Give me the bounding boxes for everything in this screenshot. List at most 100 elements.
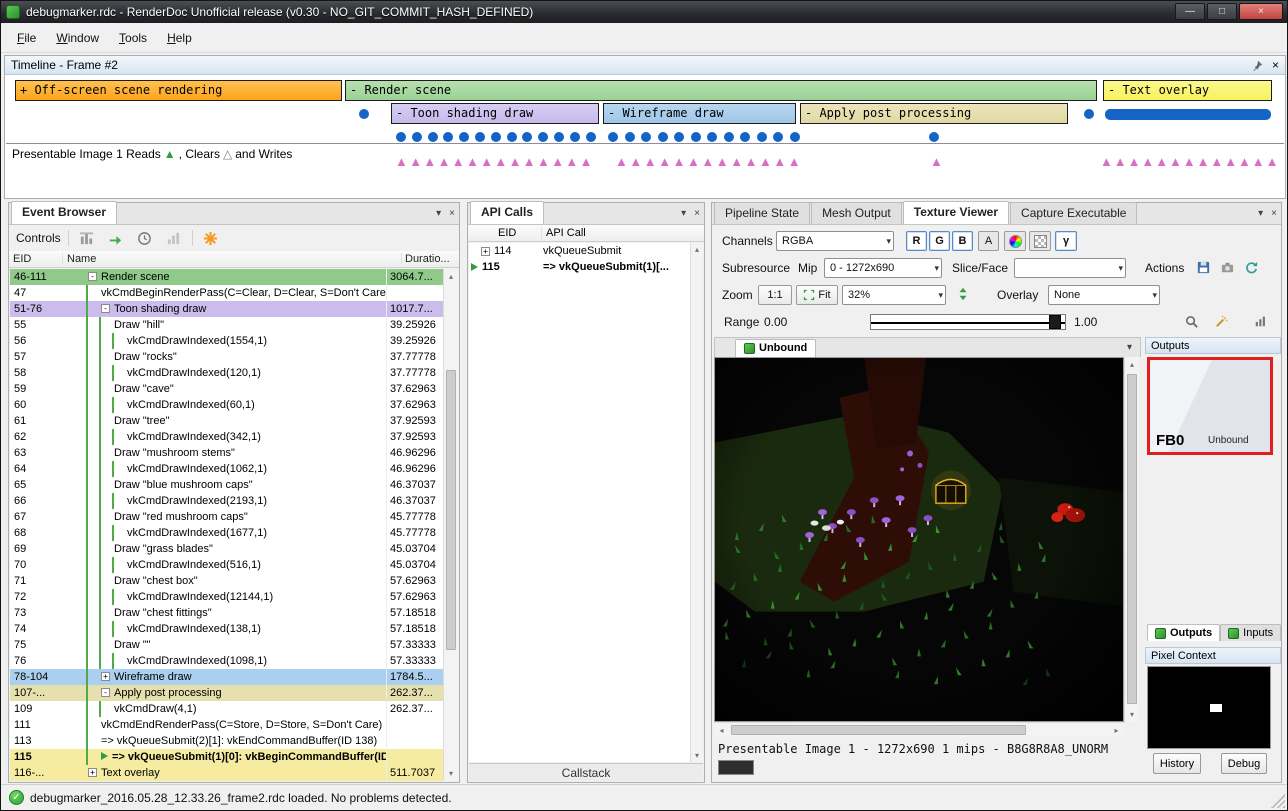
usage-triangle[interactable]: ▲ xyxy=(523,155,536,168)
event-row[interactable]: 65Draw "blue mushroom caps"46.37037 xyxy=(10,477,443,493)
column-api-call[interactable]: API Call xyxy=(542,227,704,239)
draw-event-dot[interactable] xyxy=(929,132,939,142)
event-row[interactable]: 78-104+Wireframe draw1784.5... xyxy=(10,669,443,685)
usage-triangle[interactable]: ▲ xyxy=(658,155,671,168)
channel-blue-toggle[interactable]: B xyxy=(952,231,973,251)
usage-triangle[interactable]: ▲ xyxy=(1100,155,1113,168)
scroll-down-icon[interactable]: ▾ xyxy=(691,749,703,762)
debug-button[interactable]: Debug xyxy=(1221,753,1267,774)
usage-triangle[interactable]: ▲ xyxy=(629,155,642,168)
menu-item[interactable]: File xyxy=(7,27,46,49)
event-row[interactable]: 113=> vkQueueSubmit(2)[1]: vkEndCommandB… xyxy=(10,733,443,749)
expander-icon[interactable]: - xyxy=(101,688,110,697)
column-duration[interactable]: Duratio... xyxy=(402,253,459,265)
event-row[interactable]: 60vkCmdDrawIndexed(60,1)37.62963 xyxy=(10,397,443,413)
scroll-thumb[interactable] xyxy=(446,370,456,650)
usage-triangle[interactable]: ▲ xyxy=(1224,155,1237,168)
usage-triangle[interactable]: ▲ xyxy=(930,155,943,168)
scroll-left-icon[interactable]: ◂ xyxy=(714,723,729,737)
draw-event-dot[interactable] xyxy=(625,132,635,142)
close-icon[interactable]: × xyxy=(449,208,455,219)
draw-event-dot[interactable] xyxy=(507,132,517,142)
event-row[interactable]: 57Draw "rocks"37.77778 xyxy=(10,349,443,365)
scroll-down-icon[interactable]: ▾ xyxy=(444,766,458,781)
magnifier-icon[interactable] xyxy=(1180,311,1202,331)
menu-item[interactable]: Tools xyxy=(109,27,157,49)
timeline-marker-bar[interactable]: - Render scene xyxy=(345,80,1097,101)
range-handle[interactable] xyxy=(1049,315,1061,329)
titlebar[interactable]: debugmarker.rdc - RenderDoc Unofficial r… xyxy=(1,1,1287,23)
tab-event-browser[interactable]: Event Browser xyxy=(11,201,117,224)
history-button[interactable]: History xyxy=(1153,753,1201,774)
checkerboard-button[interactable] xyxy=(1029,231,1051,251)
color-wheel-button[interactable] xyxy=(1004,231,1026,251)
event-row[interactable]: 109vkCmdDraw(4,1)262.37... xyxy=(10,701,443,717)
draw-event-dot[interactable] xyxy=(554,132,564,142)
statistics-icon[interactable] xyxy=(163,228,185,248)
usage-triangle[interactable]: ▲ xyxy=(1169,155,1182,168)
draw-event-dot[interactable] xyxy=(740,132,750,142)
channel-green-toggle[interactable]: G xyxy=(929,231,950,251)
scroll-down-icon[interactable]: ▾ xyxy=(1125,707,1139,722)
close-icon[interactable]: × xyxy=(694,208,700,219)
chevron-down-icon[interactable]: ▾ xyxy=(436,208,441,219)
zoom-1to1-button[interactable]: 1:1 xyxy=(758,285,792,305)
expander-icon[interactable]: + xyxy=(101,672,110,681)
usage-triangle[interactable]: ▲ xyxy=(423,155,436,168)
draw-event-dot[interactable] xyxy=(757,132,767,142)
event-row[interactable]: 46-111-Render scene3064.7... xyxy=(10,269,443,285)
timeline-marker-bar[interactable]: - Toon shading draw xyxy=(391,103,599,124)
minimize-button[interactable]: — xyxy=(1175,3,1205,20)
event-row[interactable]: 47vkCmdBeginRenderPass(C=Clear, D=Clear,… xyxy=(10,285,443,301)
usage-triangle[interactable]: ▲ xyxy=(644,155,657,168)
draw-event-dot[interactable] xyxy=(691,132,701,142)
screenshot-icon[interactable] xyxy=(1216,257,1238,277)
close-button[interactable]: × xyxy=(1239,3,1283,20)
usage-triangle[interactable]: ▲ xyxy=(565,155,578,168)
menu-item[interactable]: Window xyxy=(46,27,109,49)
usage-triangle[interactable]: ▲ xyxy=(551,155,564,168)
event-row[interactable]: 55Draw "hill"39.25926 xyxy=(10,317,443,333)
event-row[interactable]: 111vkCmdEndRenderPass(C=Store, D=Store, … xyxy=(10,717,443,733)
event-browser-scrollbar[interactable]: ▴ ▾ xyxy=(443,269,458,781)
usage-triangle[interactable]: ▲ xyxy=(509,155,522,168)
texture-image[interactable] xyxy=(715,358,1123,721)
pin-icon[interactable] xyxy=(1250,57,1266,73)
refresh-icon[interactable] xyxy=(1240,257,1262,277)
draw-event-dot[interactable] xyxy=(570,132,580,142)
event-row[interactable]: 64vkCmdDrawIndexed(1062,1)46.96296 xyxy=(10,461,443,477)
maximize-button[interactable]: □ xyxy=(1207,3,1237,20)
event-row[interactable]: 61Draw "tree"37.92593 xyxy=(10,413,443,429)
usage-triangle[interactable]: ▲ xyxy=(537,155,550,168)
tab-mesh-output[interactable]: Mesh Output xyxy=(811,202,902,224)
scroll-up-icon[interactable]: ▴ xyxy=(1125,357,1139,372)
close-icon[interactable]: × xyxy=(1272,58,1279,72)
usage-triangle[interactable]: ▲ xyxy=(788,155,801,168)
api-call-row[interactable]: +114vkQueueSubmit xyxy=(469,243,690,259)
usage-triangle[interactable]: ▲ xyxy=(716,155,729,168)
draw-event-dot[interactable] xyxy=(641,132,651,142)
texture-viewport[interactable] xyxy=(714,357,1124,722)
histogram-icon[interactable] xyxy=(1250,311,1272,331)
usage-triangle[interactable]: ▲ xyxy=(1141,155,1154,168)
tab-api-calls[interactable]: API Calls xyxy=(470,201,544,224)
timeline-marker-bar[interactable]: + Off-screen scene rendering xyxy=(15,80,342,101)
event-row[interactable]: 70vkCmdDrawIndexed(516,1)45.03704 xyxy=(10,557,443,573)
tab-capture-executable[interactable]: Capture Executable xyxy=(1010,202,1137,224)
usage-triangle[interactable]: ▲ xyxy=(494,155,507,168)
usage-triangle[interactable]: ▲ xyxy=(409,155,422,168)
event-row[interactable]: 69Draw "grass blades"45.03704 xyxy=(10,541,443,557)
scroll-right-icon[interactable]: ▸ xyxy=(1109,723,1124,737)
mip-select[interactable]: 0 - 1272x690▾ xyxy=(824,258,942,278)
range-slider[interactable] xyxy=(870,314,1066,330)
draw-event-dot[interactable] xyxy=(522,132,532,142)
close-icon[interactable]: × xyxy=(1271,208,1277,219)
event-row[interactable]: 59Draw "cave"37.62963 xyxy=(10,381,443,397)
slice-face-select[interactable]: ▾ xyxy=(1014,258,1126,278)
event-row[interactable]: 67Draw "red mushroom caps"45.77778 xyxy=(10,509,443,525)
draw-event-dot[interactable] xyxy=(1084,109,1094,119)
tab-pipeline-state[interactable]: Pipeline State xyxy=(714,202,810,224)
bookmark-icon[interactable] xyxy=(200,228,222,248)
event-row[interactable]: 68vkCmdDrawIndexed(1677,1)45.77778 xyxy=(10,525,443,541)
gamma-toggle[interactable]: γ xyxy=(1055,231,1077,251)
